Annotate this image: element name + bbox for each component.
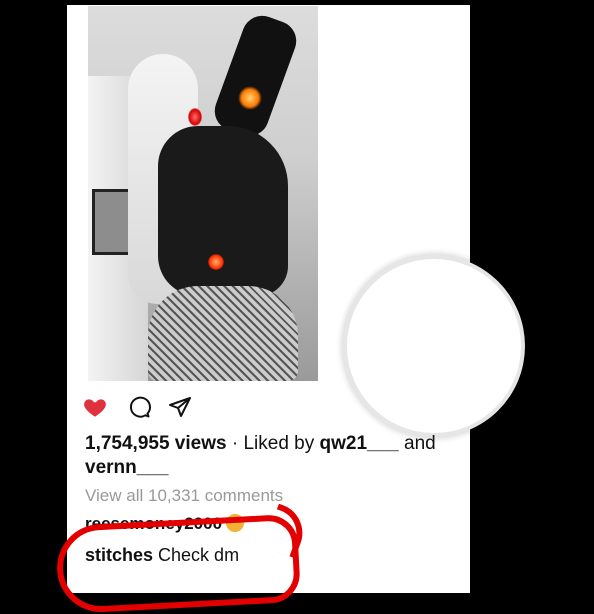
views-count: 1,754,955 views [85,433,227,454]
share-icon[interactable] [168,395,192,419]
liked-by-prefix: · Liked by [226,433,320,454]
heart-icon[interactable] [82,394,108,420]
post-actions [80,394,280,422]
liked-by-second-user[interactable]: vernn___ [85,457,168,478]
liked-by-user[interactable]: qw21___ [320,433,399,454]
view-all-comments-link[interactable]: View all 10,331 comments [85,486,283,506]
post-stats: 1,754,955 views · Liked by qw21___ and v… [85,432,445,480]
white-circle-overlay [347,259,521,433]
liked-by-suffix: and [398,433,436,454]
comment-icon[interactable] [127,395,151,419]
red-annotation-circle [54,513,302,614]
post-photo[interactable] [88,6,318,381]
